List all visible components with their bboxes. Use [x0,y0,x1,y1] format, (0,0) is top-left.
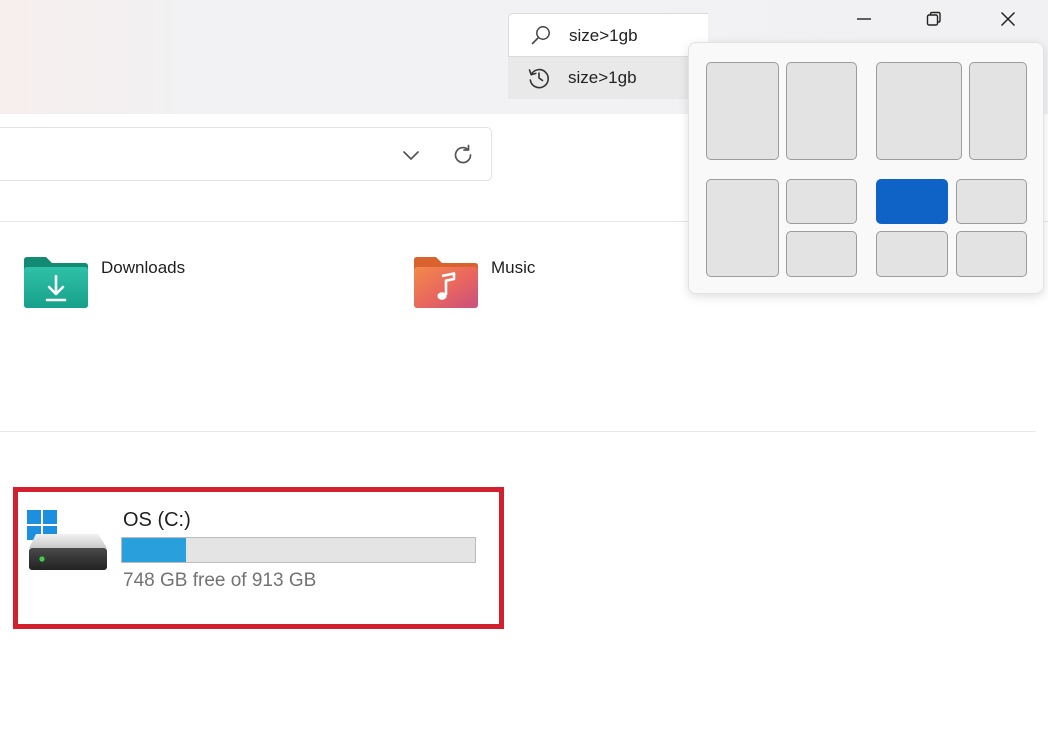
restore-icon [926,11,941,26]
folder-label: Downloads [101,258,186,277]
drive-usage-bar [121,537,476,563]
drive-name[interactable]: OS (C:) [123,509,191,532]
address-bar[interactable] [0,127,492,181]
layout-4-zone-bottom-right[interactable] [956,231,1027,277]
close-icon [1000,11,1016,27]
minimize-icon [857,18,871,20]
layout-3-zone-left[interactable] [706,179,779,277]
layout-2-zone-left[interactable] [876,62,962,160]
search-suggestion-item[interactable]: size>1gb [508,57,708,99]
music-folder-icon [414,257,478,308]
drive-free-space: 748 GB free of 913 GB [123,570,317,591]
layout-3-zone-bottom-right[interactable] [786,231,857,277]
folder-label: Music [491,258,536,277]
restore-button[interactable] [910,2,958,36]
folder-music[interactable]: Music [412,250,612,314]
layout-2-zone-right[interactable] [969,62,1027,160]
search-input[interactable]: size>1gb [508,13,708,57]
layout-3-zone-top-right[interactable] [786,179,857,224]
layout-4-zone-top-right[interactable] [956,179,1027,224]
file-explorer-window: size>1gb size>1gb Downloads Music OS (C:… [0,0,1048,748]
search-suggestion-text: size>1gb [568,68,637,87]
layout-1-zone-left[interactable] [706,62,779,160]
close-button[interactable] [984,2,1032,36]
address-history-dropdown[interactable] [398,143,424,167]
hard-drive-icon[interactable] [28,530,110,576]
search-icon [529,24,553,53]
layout-1-zone-right[interactable] [786,62,857,160]
history-icon [526,65,552,96]
folder-downloads[interactable]: Downloads [22,250,232,314]
layout-4-zone-bottom-left[interactable] [876,231,948,277]
downloads-folder-icon [24,257,88,308]
search-query-text: size>1gb [569,26,638,45]
snap-layouts-flyout [688,42,1044,294]
layout-4-zone-top-left[interactable] [876,179,948,224]
drive-usage-fill [122,538,186,562]
refresh-button[interactable] [448,141,478,169]
chevron-down-icon [403,151,419,160]
refresh-icon [454,144,472,164]
minimize-button[interactable] [840,2,888,36]
section-divider [0,431,1036,432]
